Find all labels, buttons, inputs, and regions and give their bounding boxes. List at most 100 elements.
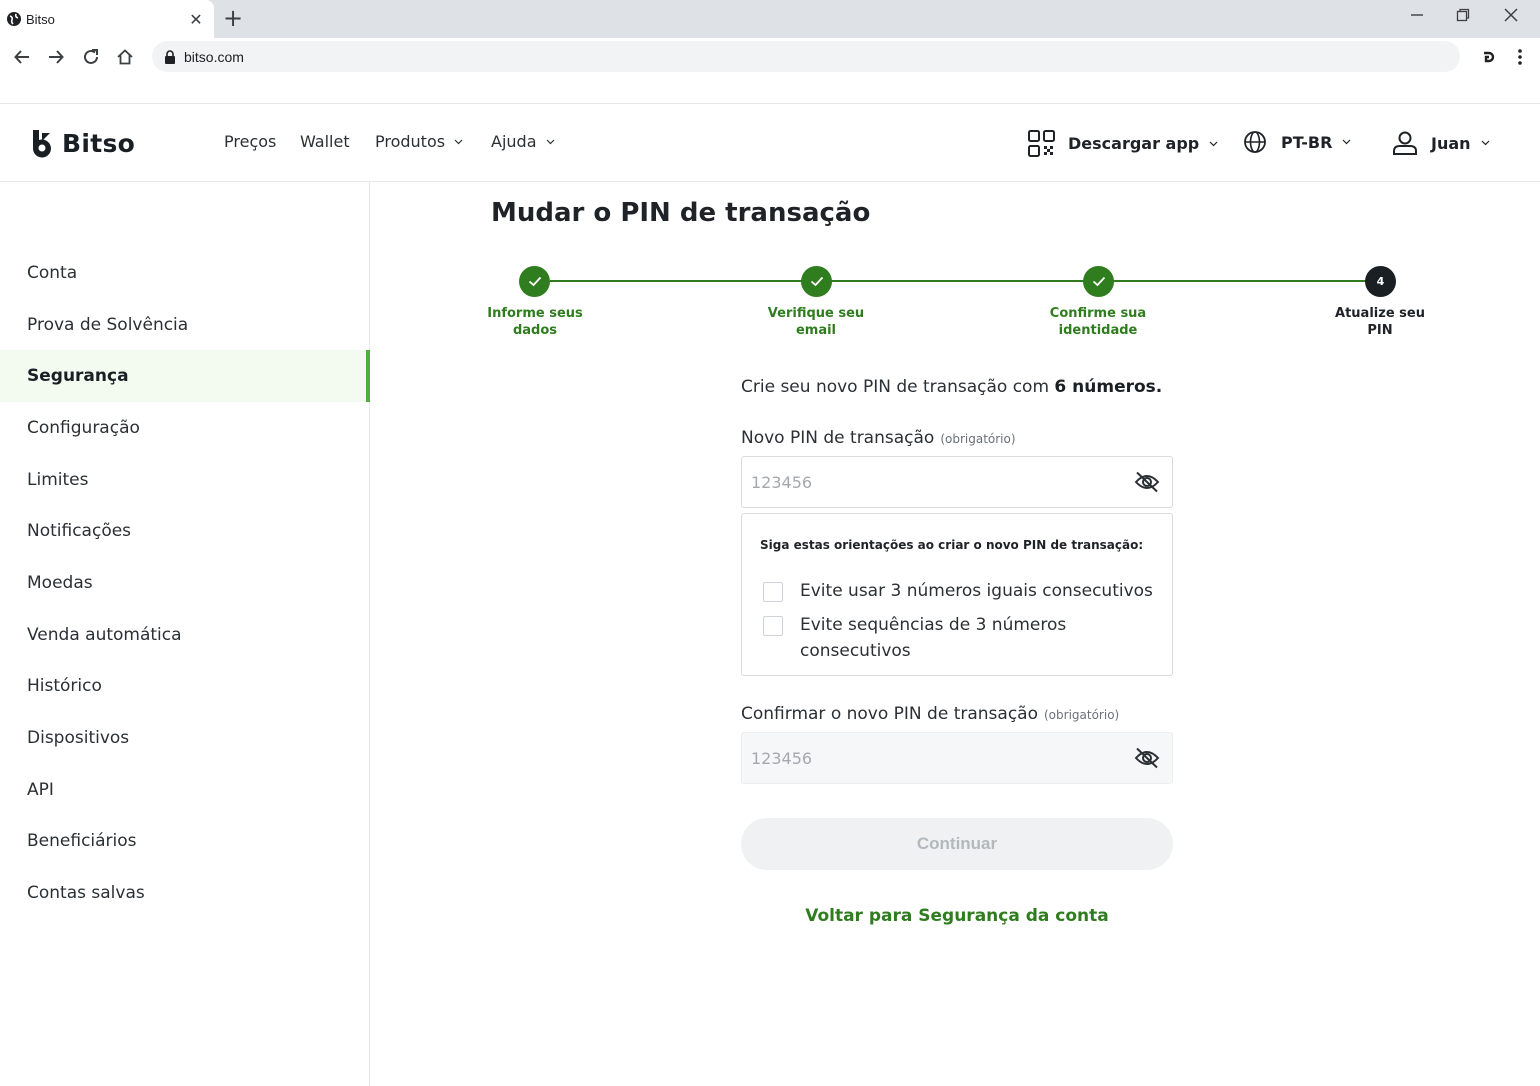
pin-rule-item: Evite sequências de 3 números consecutiv… xyxy=(763,615,1160,664)
confirm-pin-label-text: Confirmar o novo PIN de transação xyxy=(741,704,1038,724)
pin-instructions: Crie seu novo PIN de transação com 6 núm… xyxy=(741,377,1162,397)
back-to-security-link[interactable]: Voltar para Segurança da conta xyxy=(741,906,1173,926)
tab-close-icon[interactable]: ✕ xyxy=(184,10,208,29)
step-3-check-icon xyxy=(1083,266,1114,297)
step-2-check-icon xyxy=(801,266,832,297)
browser-tab-title: Bitso xyxy=(26,11,55,27)
window-close-icon[interactable] xyxy=(1488,0,1534,30)
browser-toolbar: bitso.com xyxy=(0,38,1540,76)
sidebar-item-venda-automatica[interactable]: Venda automática xyxy=(0,609,370,661)
extension-icon[interactable] xyxy=(1474,42,1504,72)
new-pin-required: (obrigatório) xyxy=(940,432,1016,446)
step-1-label-line1: Informe seus xyxy=(487,306,583,321)
nav-precos[interactable]: Preços xyxy=(224,132,276,151)
pin-rule-text: Evite usar 3 números iguais consecutivos xyxy=(800,581,1153,601)
sidebar-item-api[interactable]: API xyxy=(0,764,370,816)
new-pin-input[interactable] xyxy=(751,472,1134,492)
browser-menu-icon[interactable] xyxy=(1505,42,1535,72)
pin-rule-text: Evite sequências de 3 números consecutiv… xyxy=(800,615,1067,661)
nav-ajuda-label: Ajuda xyxy=(491,132,537,151)
sidebar-item-limites[interactable]: Limites xyxy=(0,454,370,506)
sidebar-item-label: Notificações xyxy=(27,521,132,541)
qr-code-icon xyxy=(1028,130,1055,157)
new-tab-icon[interactable]: + xyxy=(220,4,246,32)
step-3-label: Confirme sua identidade xyxy=(1028,305,1168,339)
sidebar-item-label: Segurança xyxy=(27,366,129,386)
chevron-down-icon xyxy=(1209,141,1218,146)
step-4-label-line1: Atualize seu xyxy=(1335,306,1425,321)
sidebar-item-historico[interactable]: Histórico xyxy=(0,660,370,712)
nav-wallet-label: Wallet xyxy=(300,132,350,151)
user-menu[interactable]: Juan xyxy=(1392,130,1490,156)
nav-wallet[interactable]: Wallet xyxy=(300,132,350,151)
sidebar-item-label: Moedas xyxy=(27,573,93,593)
intro-emphasis: 6 números. xyxy=(1054,377,1163,397)
step-3-label-line2: identidade xyxy=(1058,323,1138,338)
chevron-down-icon xyxy=(546,139,554,144)
step-4-number: 4 xyxy=(1365,266,1396,297)
sidebar-item-label: Prova de Solvência xyxy=(27,315,189,335)
globe-icon xyxy=(1244,131,1266,153)
sidebar-item-beneficiarios[interactable]: Beneficiários xyxy=(0,815,370,867)
sidebar-item-label: Dispositivos xyxy=(27,728,130,748)
confirm-pin-input[interactable] xyxy=(751,748,1134,768)
restore-icon[interactable] xyxy=(1440,0,1486,30)
page-title: Mudar o PIN de transação xyxy=(491,198,871,228)
address-bar[interactable]: bitso.com xyxy=(152,41,1460,72)
sidebar-item-conta[interactable]: Conta xyxy=(0,247,370,299)
eye-off-icon[interactable] xyxy=(1134,471,1160,493)
sidebar-item-notificacoes[interactable]: Notificações xyxy=(0,505,370,557)
sidebar-item-label: Contas salvas xyxy=(27,883,145,903)
pin-rules-title: Siga estas orientações ao criar o novo P… xyxy=(760,538,1144,552)
eye-off-icon[interactable] xyxy=(1134,747,1160,769)
logo-text: Bitso xyxy=(62,128,136,158)
lock-icon xyxy=(165,49,175,64)
new-pin-label-text: Novo PIN de transação xyxy=(741,428,935,448)
user-name: Juan xyxy=(1431,133,1471,153)
minimize-icon[interactable] xyxy=(1394,0,1440,30)
sidebar-item-label: Histórico xyxy=(27,676,102,696)
bitso-logo-icon xyxy=(33,130,51,158)
continue-button[interactable]: Continuar xyxy=(741,818,1173,870)
language-menu[interactable]: PT-BR xyxy=(1243,130,1351,154)
sidebar-item-label: Configuração xyxy=(27,418,140,438)
confirm-pin-field xyxy=(741,732,1173,784)
confirm-pin-label: Confirmar o novo PIN de transação (obrig… xyxy=(741,704,1119,724)
pin-rules-box: Siga estas orientações ao criar o novo P… xyxy=(741,513,1173,676)
pin-rule-item: Evite usar 3 números iguais consecutivos xyxy=(763,581,1160,604)
home-icon[interactable] xyxy=(110,42,140,72)
language-label: PT-BR xyxy=(1281,132,1333,152)
nav-produtos[interactable]: Produtos xyxy=(375,132,463,151)
sidebar-item-contas-salvas[interactable]: Contas salvas xyxy=(0,867,370,919)
step-3-label-line1: Confirme sua xyxy=(1049,306,1147,321)
intro-text: Crie seu novo PIN de transação com xyxy=(741,377,1055,397)
back-arrow-icon[interactable] xyxy=(7,42,37,72)
download-app-menu[interactable]: Descargar app xyxy=(1028,130,1218,157)
new-pin-field xyxy=(741,456,1173,508)
sidebar-item-dispositivos[interactable]: Dispositivos xyxy=(0,712,370,764)
user-icon xyxy=(1393,131,1417,155)
reload-icon[interactable] xyxy=(76,42,106,72)
sidebar-item-label: Conta xyxy=(27,263,78,283)
forward-arrow-icon[interactable] xyxy=(41,42,71,72)
step-2-label: Verifique seu email xyxy=(746,305,886,339)
nav-ajuda[interactable]: Ajuda xyxy=(491,132,555,151)
sidebar-item-configuracao[interactable]: Configuração xyxy=(0,402,370,454)
globe-favicon-icon xyxy=(7,12,21,26)
step-1-check-icon xyxy=(519,266,550,297)
browser-tab[interactable]: Bitso ✕ xyxy=(0,0,214,38)
step-1-label-line2: dados xyxy=(512,323,558,338)
sidebar-item-label: Limites xyxy=(27,470,89,490)
step-1-label: Informe seus dados xyxy=(465,305,605,339)
sidebar-item-seguranca[interactable]: Segurança xyxy=(0,350,370,402)
sidebar-item-prova-de-solvencia[interactable]: Prova de Solvência xyxy=(0,299,370,351)
sidebar-item-label: API xyxy=(27,780,54,800)
step-4-label-line2: PIN xyxy=(1367,323,1393,338)
sidebar-item-label: Beneficiários xyxy=(27,831,137,851)
confirm-pin-required: (obrigatório) xyxy=(1044,708,1120,722)
sidebar-item-moedas[interactable]: Moedas xyxy=(0,557,370,609)
nav-produtos-label: Produtos xyxy=(375,132,446,151)
bitso-logo[interactable]: Bitso xyxy=(30,128,135,158)
nav-precos-label: Preços xyxy=(224,132,277,151)
new-pin-label: Novo PIN de transação (obrigatório) xyxy=(741,428,1016,448)
